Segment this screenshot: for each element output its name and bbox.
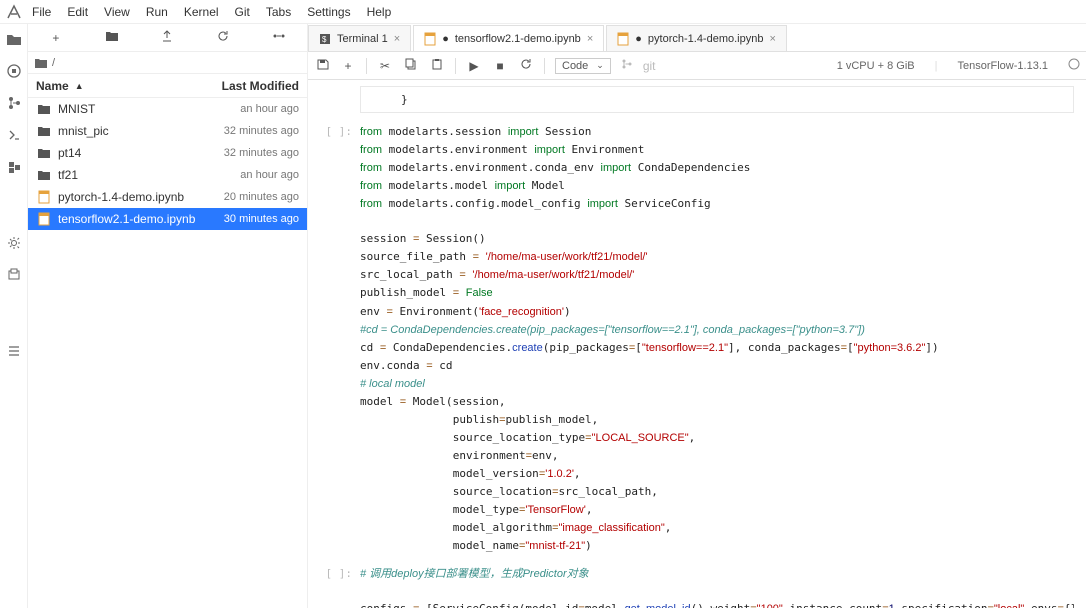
- tab[interactable]: $ Terminal 1 ×: [308, 25, 411, 51]
- close-icon[interactable]: ×: [587, 33, 593, 45]
- tab-label: tensorflow2.1-demo.ipynb: [455, 33, 581, 45]
- kernel-status-icon: [1068, 58, 1080, 73]
- notebook-icon: [424, 33, 436, 45]
- breadcrumb[interactable]: /: [28, 52, 307, 74]
- commands-icon[interactable]: [5, 126, 23, 144]
- main-panel: $ Terminal 1 × ● tensorflow2.1-demo.ipynb × ● p…: [308, 24, 1086, 608]
- file-row[interactable]: tf21an hour ago: [28, 164, 307, 186]
- file-row[interactable]: MNISTan hour ago: [28, 98, 307, 120]
- notebook-toolbar: + ✂ ▶ ■ Code⌄ git 1 vCPU + 8 GiB | Tens: [308, 52, 1086, 80]
- file-modified: 30 minutes ago: [199, 213, 299, 225]
- code-content[interactable]: }: [360, 86, 1074, 113]
- folder-icon: [34, 57, 48, 69]
- app-logo: [4, 2, 24, 22]
- menu-view[interactable]: View: [96, 1, 138, 23]
- activity-bar: [0, 24, 28, 608]
- file-list: MNISTan hour agomnist_pic32 minutes agop…: [28, 98, 307, 608]
- file-row[interactable]: mnist_pic32 minutes ago: [28, 120, 307, 142]
- cut-icon[interactable]: ✂: [377, 59, 393, 73]
- tab[interactable]: ● pytorch-1.4-demo.ipynb ×: [606, 25, 787, 51]
- tabs-icon[interactable]: [5, 266, 23, 284]
- menu-file[interactable]: File: [24, 1, 59, 23]
- file-modified: 32 minutes ago: [199, 125, 299, 137]
- cell-prompt: [ ]:: [320, 123, 360, 555]
- top-menu-bar: FileEditViewRunKernelGitTabsSettingsHelp: [0, 0, 1086, 24]
- folder-icon: [36, 169, 52, 181]
- extension-icon[interactable]: [5, 158, 23, 176]
- git-toolbar-icon[interactable]: [621, 58, 633, 73]
- code-content[interactable]: from modelarts.session import Session fr…: [360, 123, 1074, 555]
- menu-kernel[interactable]: Kernel: [176, 1, 227, 23]
- folder-icon: [36, 147, 52, 159]
- file-name: pt14: [58, 146, 199, 160]
- copy-icon[interactable]: [403, 58, 419, 73]
- file-modified: 32 minutes ago: [199, 147, 299, 159]
- tab-bar: $ Terminal 1 × ● tensorflow2.1-demo.ipynb × ● p…: [308, 24, 1086, 52]
- cell-prompt: [ ]:: [320, 565, 360, 608]
- menu-git[interactable]: Git: [227, 1, 258, 23]
- file-name: tensorflow2.1-demo.ipynb: [58, 212, 199, 226]
- running-icon[interactable]: [5, 62, 23, 80]
- breadcrumb-path: /: [52, 57, 55, 69]
- git-dots-icon[interactable]: [271, 30, 287, 45]
- file-browser: + / Name ▲ Last Modified MNISTan hour ag…: [28, 24, 308, 608]
- file-modified: an hour ago: [199, 169, 299, 181]
- kernel-name[interactable]: TensorFlow-1.13.1: [958, 60, 1049, 72]
- svg-text:$: $: [322, 35, 327, 44]
- file-row[interactable]: tensorflow2.1-demo.ipynb30 minutes ago: [28, 208, 307, 230]
- folder-icon: [36, 103, 52, 115]
- save-icon[interactable]: [314, 58, 330, 74]
- settings-icon[interactable]: [5, 234, 23, 252]
- terminal-icon: $: [319, 33, 331, 45]
- file-name: tf21: [58, 168, 199, 182]
- restart-icon[interactable]: [518, 58, 534, 73]
- refresh-icon[interactable]: [215, 30, 231, 45]
- notebook-body[interactable]: } [ ]: from modelarts.session import Ses…: [308, 80, 1086, 608]
- tab[interactable]: ● tensorflow2.1-demo.ipynb ×: [413, 25, 604, 51]
- close-icon[interactable]: ×: [769, 33, 775, 45]
- paste-icon[interactable]: [429, 58, 445, 73]
- menu-edit[interactable]: Edit: [59, 1, 96, 23]
- code-content[interactable]: # 调用deploy接口部署模型，生成Predictor对象 configs =…: [360, 565, 1074, 608]
- file-row[interactable]: pt1432 minutes ago: [28, 142, 307, 164]
- stop-icon[interactable]: ■: [492, 59, 508, 73]
- toc-icon[interactable]: [5, 342, 23, 360]
- new-folder-icon[interactable]: [104, 30, 120, 45]
- dirty-indicator: ●: [442, 33, 449, 45]
- notebook-icon: [36, 212, 52, 226]
- menu-help[interactable]: Help: [359, 1, 400, 23]
- git-icon[interactable]: [5, 94, 23, 112]
- tab-label: pytorch-1.4-demo.ipynb: [648, 33, 764, 45]
- col-modified-header[interactable]: Last Modified: [207, 79, 307, 93]
- menu-tabs[interactable]: Tabs: [258, 1, 299, 23]
- col-name-header[interactable]: Name ▲: [28, 79, 207, 93]
- file-modified: 20 minutes ago: [199, 191, 299, 203]
- tab-label: Terminal 1: [337, 33, 388, 45]
- new-launcher-icon[interactable]: +: [48, 31, 64, 45]
- notebook-icon: [617, 33, 629, 45]
- code-cell[interactable]: [ ]: # 调用deploy接口部署模型，生成Predictor对象 conf…: [320, 565, 1074, 608]
- file-list-header: Name ▲ Last Modified: [28, 74, 307, 98]
- cell-fragment[interactable]: }: [320, 86, 1074, 113]
- upload-icon[interactable]: [159, 30, 175, 45]
- git-label: git: [643, 59, 656, 73]
- dirty-indicator: ●: [635, 33, 642, 45]
- file-modified: an hour ago: [199, 103, 299, 115]
- close-icon[interactable]: ×: [394, 33, 400, 45]
- file-row[interactable]: pytorch-1.4-demo.ipynb20 minutes ago: [28, 186, 307, 208]
- resources-label: 1 vCPU + 8 GiB: [837, 60, 915, 72]
- add-cell-button[interactable]: +: [340, 59, 356, 73]
- notebook-icon: [36, 190, 52, 204]
- file-browser-toolbar: +: [28, 24, 307, 52]
- folder-icon: [36, 125, 52, 137]
- code-cell[interactable]: [ ]: from modelarts.session import Sessi…: [320, 123, 1074, 555]
- file-name: MNIST: [58, 102, 199, 116]
- file-name: pytorch-1.4-demo.ipynb: [58, 190, 199, 204]
- menu-run[interactable]: Run: [138, 1, 176, 23]
- menu-settings[interactable]: Settings: [299, 1, 358, 23]
- cell-type-select[interactable]: Code⌄: [555, 58, 611, 74]
- folder-icon[interactable]: [5, 30, 23, 48]
- run-icon[interactable]: ▶: [466, 59, 482, 73]
- file-name: mnist_pic: [58, 124, 199, 138]
